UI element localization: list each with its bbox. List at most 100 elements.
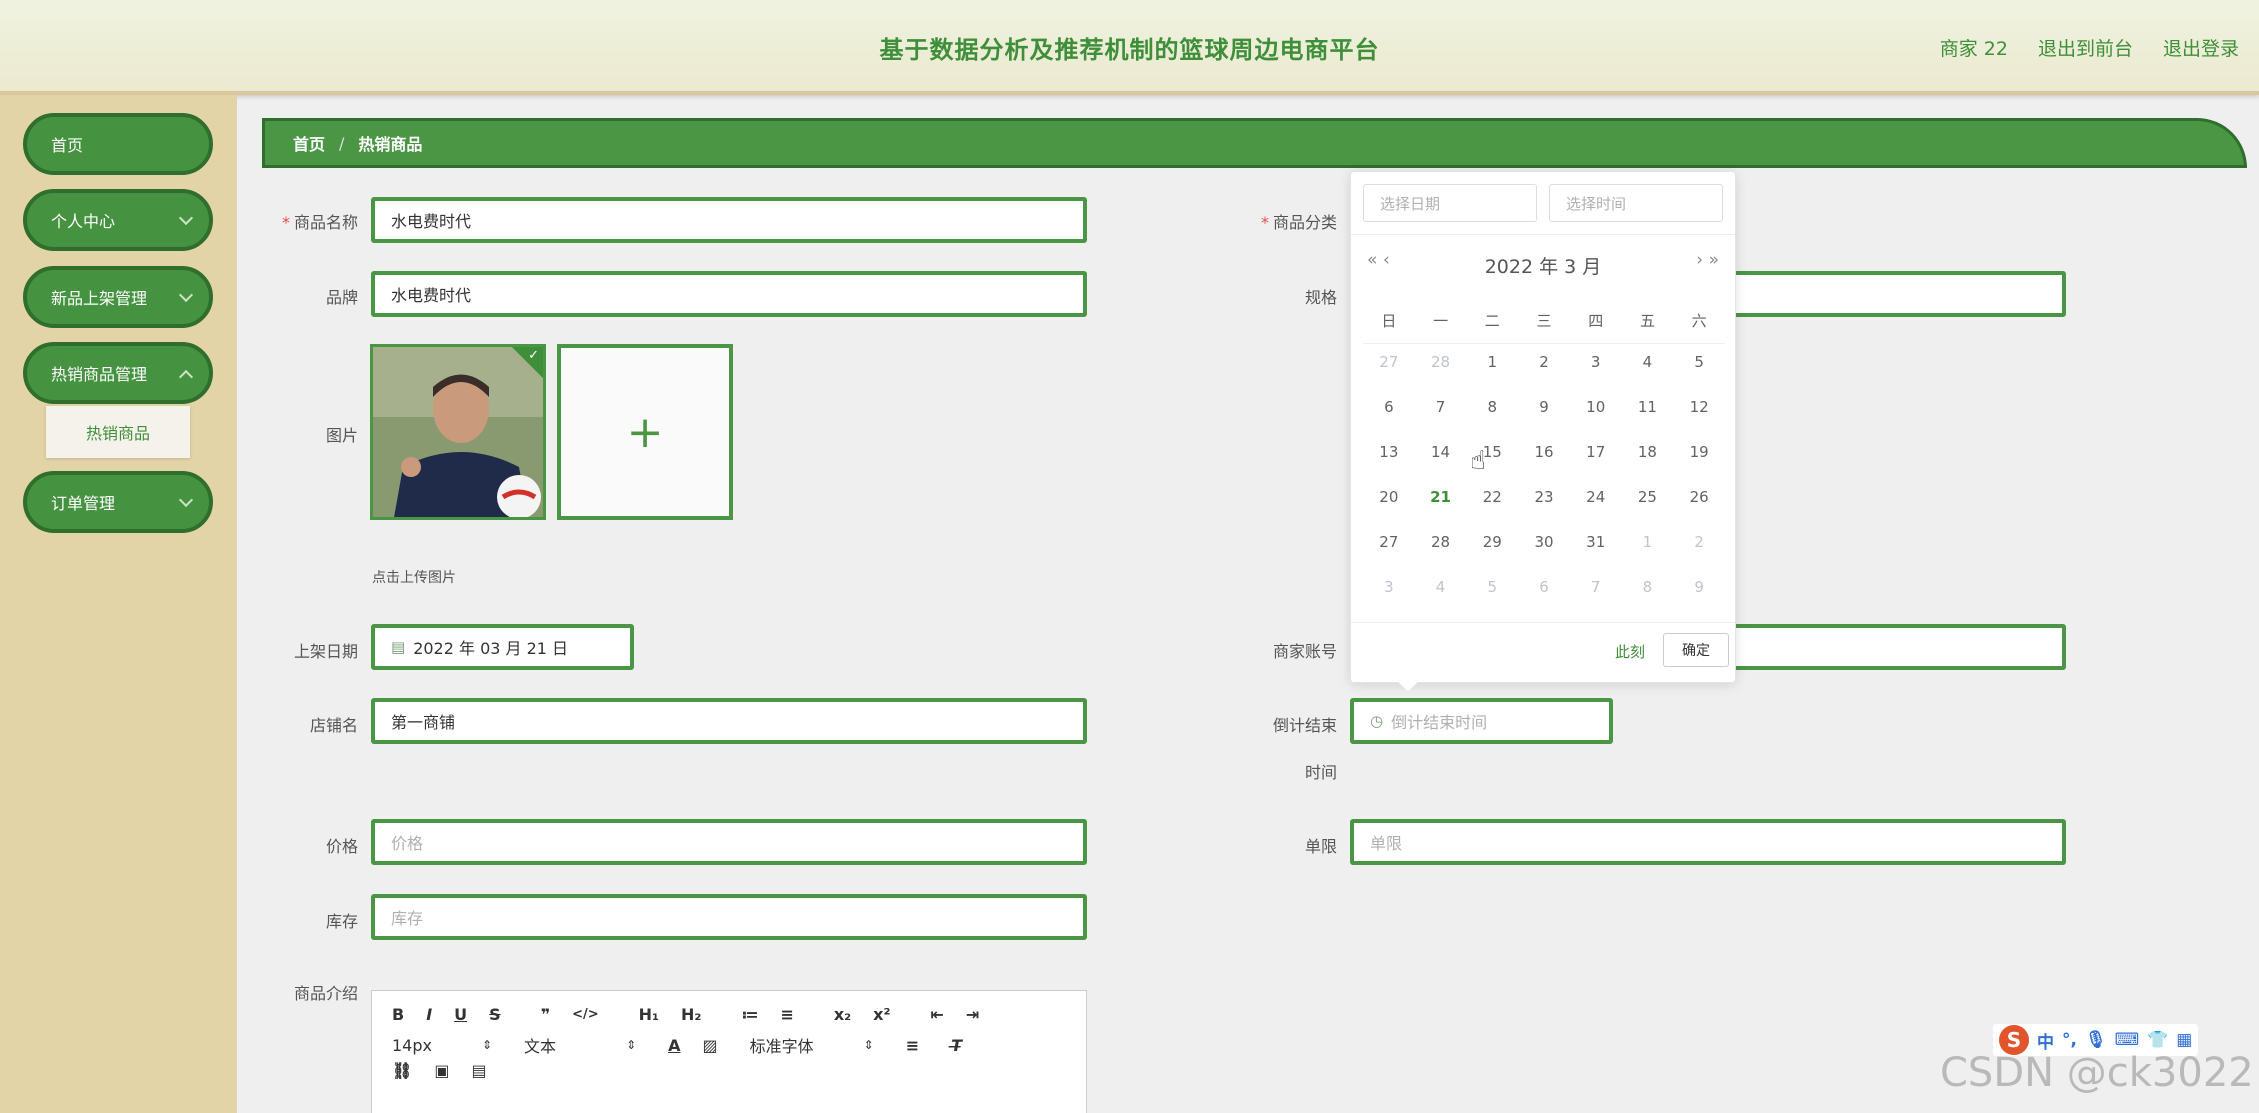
day-cell[interactable]: 19 [1673,440,1725,464]
day-cell[interactable]: 1 [1466,350,1518,374]
picker-confirm-button[interactable]: 确定 [1663,633,1729,667]
day-cell[interactable]: 17 [1570,440,1622,464]
brand-input[interactable]: 水电费时代 [371,271,1087,317]
chevron-down-icon [178,210,194,226]
day-cell[interactable]: 22 [1466,485,1518,509]
sidebar-item-hot-products[interactable]: 热销商品管理 [23,342,213,404]
rich-text-editor[interactable]: B I U S ❞ </> H₁ H₂ ≔ ≡ x₂ x² ⇤ ⇥ 14px ⇕… [371,990,1087,1113]
quote-button[interactable]: ❞ [541,1005,550,1024]
day-cell[interactable]: 8 [1466,395,1518,419]
day-cell[interactable]: 29 [1466,530,1518,554]
day-cell[interactable]: 9 [1673,575,1725,599]
next-month-icon[interactable]: › [1696,250,1703,270]
align-icon[interactable]: ≡ [906,1036,919,1055]
apps-icon[interactable]: ▦ [2176,1030,2192,1050]
day-cell[interactable]: 16 [1518,440,1570,464]
ime-mode-toggle[interactable]: 中 [2037,1028,2054,1053]
day-cell[interactable]: 18 [1622,440,1674,464]
font-family-select[interactable]: 标准字体 [750,1033,814,1057]
day-cell[interactable]: 24 [1570,485,1622,509]
skin-icon[interactable]: 👕 [2147,1030,2168,1050]
sidebar-item-new-products[interactable]: 新品上架管理 [23,266,213,328]
day-cell[interactable]: 10 [1570,395,1622,419]
upload-image-button[interactable]: + [557,344,733,520]
countdown-end-time-input[interactable]: ◷ 倒计结束时间 [1350,698,1613,744]
day-cell[interactable]: 8 [1622,575,1674,599]
picker-month-title[interactable]: 2022 年 3 月 [1351,252,1735,279]
day-cell[interactable]: 20 [1363,485,1415,509]
day-cell[interactable]: 9 [1518,395,1570,419]
product-image-thumbnail[interactable]: ✓ [370,344,546,520]
day-cell[interactable]: 3 [1363,575,1415,599]
day-cell[interactable]: 11 [1622,395,1674,419]
ime-punct-toggle[interactable]: °, [2062,1030,2077,1050]
sidebar-subitem-hot-products[interactable]: 热销商品 [46,406,190,458]
day-cell[interactable]: 25 [1622,485,1674,509]
day-cell[interactable]: 7 [1415,395,1467,419]
bullet-list-button[interactable]: ≡ [780,1005,793,1024]
microphone-icon[interactable]: 🎙 [2085,1030,2107,1050]
superscript-button[interactable]: x² [873,1005,890,1024]
day-cell[interactable]: 6 [1363,395,1415,419]
day-cell[interactable]: 23 [1518,485,1570,509]
day-cell[interactable]: 7 [1570,575,1622,599]
price-input[interactable]: 价格 [371,819,1087,865]
day-cell[interactable]: 14 [1415,440,1467,464]
merchant-user-link[interactable]: 商家 22 [1940,34,2008,61]
link-icon[interactable]: ⛓ [392,1061,412,1080]
day-cell[interactable]: 5 [1466,575,1518,599]
day-cell[interactable]: 30 [1518,530,1570,554]
font-color-icon[interactable]: A [668,1036,680,1055]
background-color-icon[interactable]: ▨ [703,1036,718,1055]
bold-button[interactable]: B [392,1005,404,1024]
day-cell[interactable]: 27 [1363,350,1415,374]
next-year-icon[interactable]: » [1709,250,1719,270]
picker-date-input[interactable]: 选择日期 [1363,184,1537,222]
ordered-list-button[interactable]: ≔ [741,1005,758,1024]
day-cell[interactable]: 2 [1518,350,1570,374]
indent-button[interactable]: ⇥ [966,1005,979,1024]
day-cell[interactable]: 4 [1415,575,1467,599]
heading1-button[interactable]: H₁ [639,1005,659,1024]
italic-button[interactable]: I [426,1005,432,1024]
sidebar-item-orders[interactable]: 订单管理 [23,471,213,533]
exit-to-front-link[interactable]: 退出到前台 [2038,34,2133,61]
shop-name-input[interactable]: 第一商铺 [371,698,1087,744]
day-cell[interactable]: 27 [1363,530,1415,554]
sidebar-item-home[interactable]: 首页 [23,113,213,175]
day-cell[interactable]: 28 [1415,530,1467,554]
heading2-button[interactable]: H₂ [681,1005,701,1024]
product-name-input[interactable]: 水电费时代 [371,197,1087,243]
keyboard-icon[interactable]: ⌨ [2115,1030,2140,1050]
day-cell[interactable]: 21 [1415,485,1467,509]
subscript-button[interactable]: x₂ [834,1005,851,1024]
picker-now-button[interactable]: 此刻 [1615,641,1645,662]
font-size-select[interactable]: 14px [392,1036,432,1055]
clear-format-icon[interactable]: T̶ [951,1036,962,1055]
text-style-select[interactable]: 文本 [524,1033,556,1057]
listing-date-input[interactable]: ▤ 2022 年 03 月 21 日 [371,624,634,670]
picker-time-input[interactable]: 选择时间 [1549,184,1723,222]
day-cell[interactable]: 28 [1415,350,1467,374]
breadcrumb-home[interactable]: 首页 [293,131,325,155]
logout-link[interactable]: 退出登录 [2163,34,2239,61]
video-icon[interactable]: ▤ [471,1061,486,1080]
day-cell[interactable]: 13 [1363,440,1415,464]
image-icon[interactable]: ▣ [434,1061,449,1080]
day-cell[interactable]: 6 [1518,575,1570,599]
purchase-limit-input[interactable]: 单限 [1350,819,2066,865]
day-cell[interactable]: 12 [1673,395,1725,419]
day-cell[interactable]: 3 [1570,350,1622,374]
stock-input[interactable]: 库存 [371,894,1087,940]
strike-button[interactable]: S [489,1005,501,1024]
day-cell[interactable]: 1 [1622,530,1674,554]
sidebar-item-personal-center[interactable]: 个人中心 [23,189,213,251]
day-cell[interactable]: 31 [1570,530,1622,554]
day-cell[interactable]: 2 [1673,530,1725,554]
underline-button[interactable]: U [454,1005,467,1024]
day-cell[interactable]: 5 [1673,350,1725,374]
code-button[interactable]: </> [572,1007,599,1022]
day-cell[interactable]: 26 [1673,485,1725,509]
day-cell[interactable]: 4 [1622,350,1674,374]
outdent-button[interactable]: ⇤ [931,1005,944,1024]
